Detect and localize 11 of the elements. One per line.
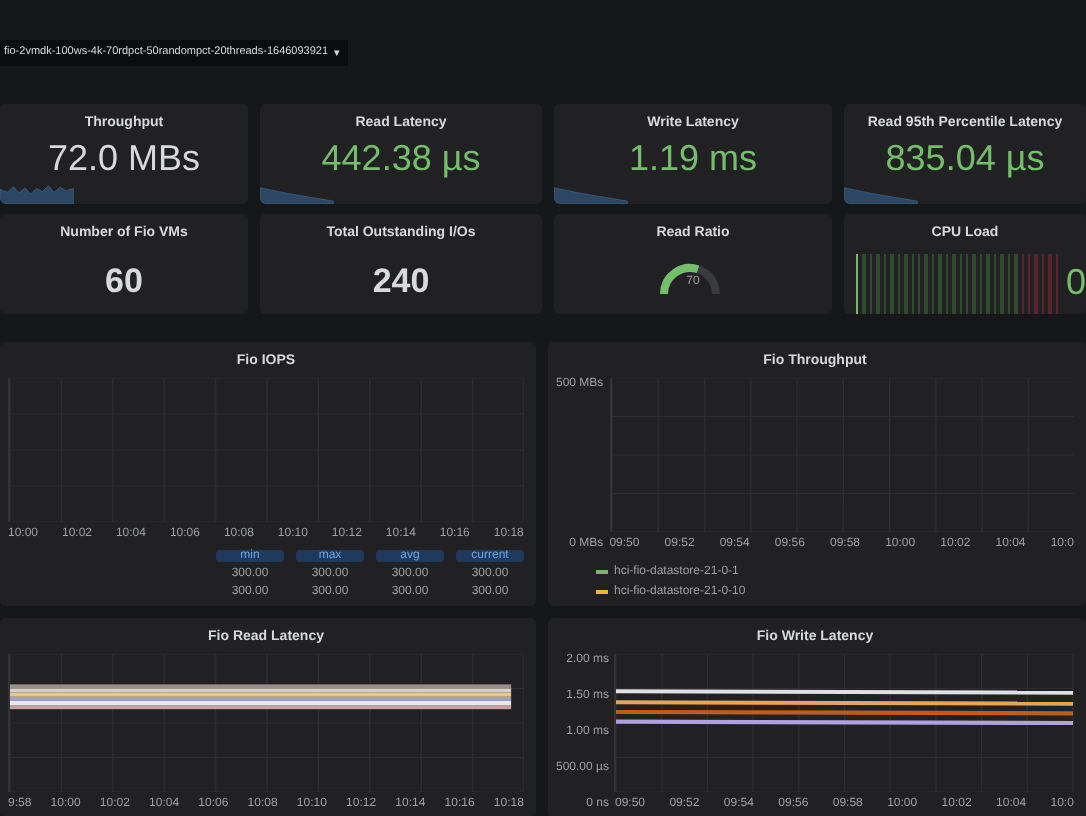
- sparkline: [844, 181, 918, 203]
- stat-value: 72.0 MBs: [47, 137, 201, 177]
- stat-value: 240: [370, 259, 432, 303]
- stat-value: 442.38 µs: [321, 137, 481, 177]
- stat-value: 60: [103, 259, 145, 303]
- stat-value: 0: [1065, 262, 1086, 304]
- sparkline: [0, 181, 74, 203]
- sparkline: [554, 181, 628, 203]
- stat-value: 1.19 ms: [628, 137, 758, 177]
- stat-value: 835.04 µs: [885, 137, 1045, 177]
- sparkline: [260, 181, 334, 203]
